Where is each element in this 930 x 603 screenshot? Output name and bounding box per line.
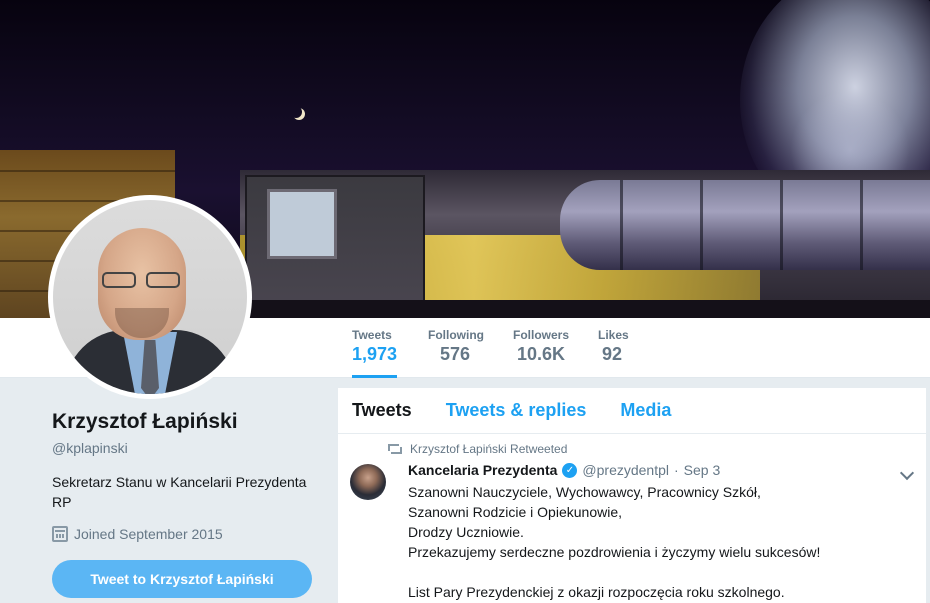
tweet-header: Kancelaria Prezydenta ✓ @prezydentpl · S… (408, 462, 910, 478)
tweet-line: List Pary Prezydenckiej z okazji rozpocz… (408, 584, 785, 600)
tweet-author-avatar[interactable] (350, 464, 386, 500)
stat-label: Followers (513, 328, 570, 342)
tweet-author-handle[interactable]: @prezydentpl (582, 462, 669, 478)
stat-value: 576 (440, 344, 471, 364)
stat-value: 10.6K (517, 344, 566, 364)
timeline-tabs: Tweets Tweets & replies Media (338, 388, 926, 434)
timeline: Tweets Tweets & replies Media Krzysztof … (338, 388, 926, 603)
stat-followers[interactable]: Followers 10.6K (513, 328, 569, 365)
tab-tweets-replies[interactable]: Tweets & replies (446, 400, 587, 421)
stat-value: 92 (602, 344, 623, 364)
retweet-context-text[interactable]: Krzysztof Łapiński Retweeted (410, 442, 567, 456)
calendar-icon (52, 526, 68, 542)
profile-avatar[interactable] (48, 195, 252, 399)
avatar-photo (53, 200, 247, 394)
stat-following[interactable]: Following 576 (428, 328, 484, 365)
stat-label: Likes (598, 328, 629, 342)
tweet-line: Szanowni Nauczyciele, Wychowawcy, Pracow… (408, 484, 761, 500)
tweet-text: Szanowni Nauczyciele, Wychowawcy, Pracow… (408, 482, 910, 602)
joined-text: Joined September 2015 (74, 526, 223, 542)
profile-joined: Joined September 2015 (52, 526, 322, 542)
banner-cab-window (267, 189, 337, 259)
stat-likes[interactable]: Likes 92 (598, 328, 629, 365)
tweet-line: Szanowni Rodzicie i Opiekunowie, (408, 504, 622, 520)
banner-track-shadow (240, 300, 930, 318)
tweet-line: Drodzy Uczniowie. (408, 524, 524, 540)
banner-locomotive-boiler (560, 180, 930, 270)
retweet-context: Krzysztof Łapiński Retweeted (388, 442, 567, 456)
banner-locomotive-cab (245, 175, 425, 318)
tweet-author-name[interactable]: Kancelaria Prezydenta (408, 462, 557, 478)
banner-moon (290, 106, 302, 118)
stat-value: 1,973 (352, 344, 398, 364)
tab-media[interactable]: Media (620, 400, 671, 421)
profile-name[interactable]: Krzysztof Łapiński (52, 410, 322, 434)
profile-card: Krzysztof Łapiński @kplapinski Sekretarz… (52, 410, 322, 542)
tweet-line (408, 562, 910, 582)
verified-badge-icon: ✓ (562, 462, 578, 478)
stat-label: Following (428, 328, 484, 342)
stat-label: Tweets (352, 328, 392, 342)
tab-tweets[interactable]: Tweets (352, 400, 412, 421)
tweet-item[interactable]: Krzysztof Łapiński Retweeted Kancelaria … (338, 434, 926, 602)
profile-bio: Sekretarz Stanu w Kancelarii Prezydenta … (52, 474, 307, 510)
retweet-icon (388, 444, 402, 454)
profile-handle[interactable]: @kplapinski (52, 440, 322, 456)
tweet-separator: · (674, 462, 679, 478)
tweet-line: Przekazujemy serdeczne pozdrowienia i ży… (408, 544, 821, 560)
tweet-date[interactable]: Sep 3 (684, 462, 721, 478)
stat-tweets[interactable]: Tweets 1,973 (352, 328, 398, 378)
tweet-to-button[interactable]: Tweet to Krzysztof Łapiński (52, 560, 312, 598)
